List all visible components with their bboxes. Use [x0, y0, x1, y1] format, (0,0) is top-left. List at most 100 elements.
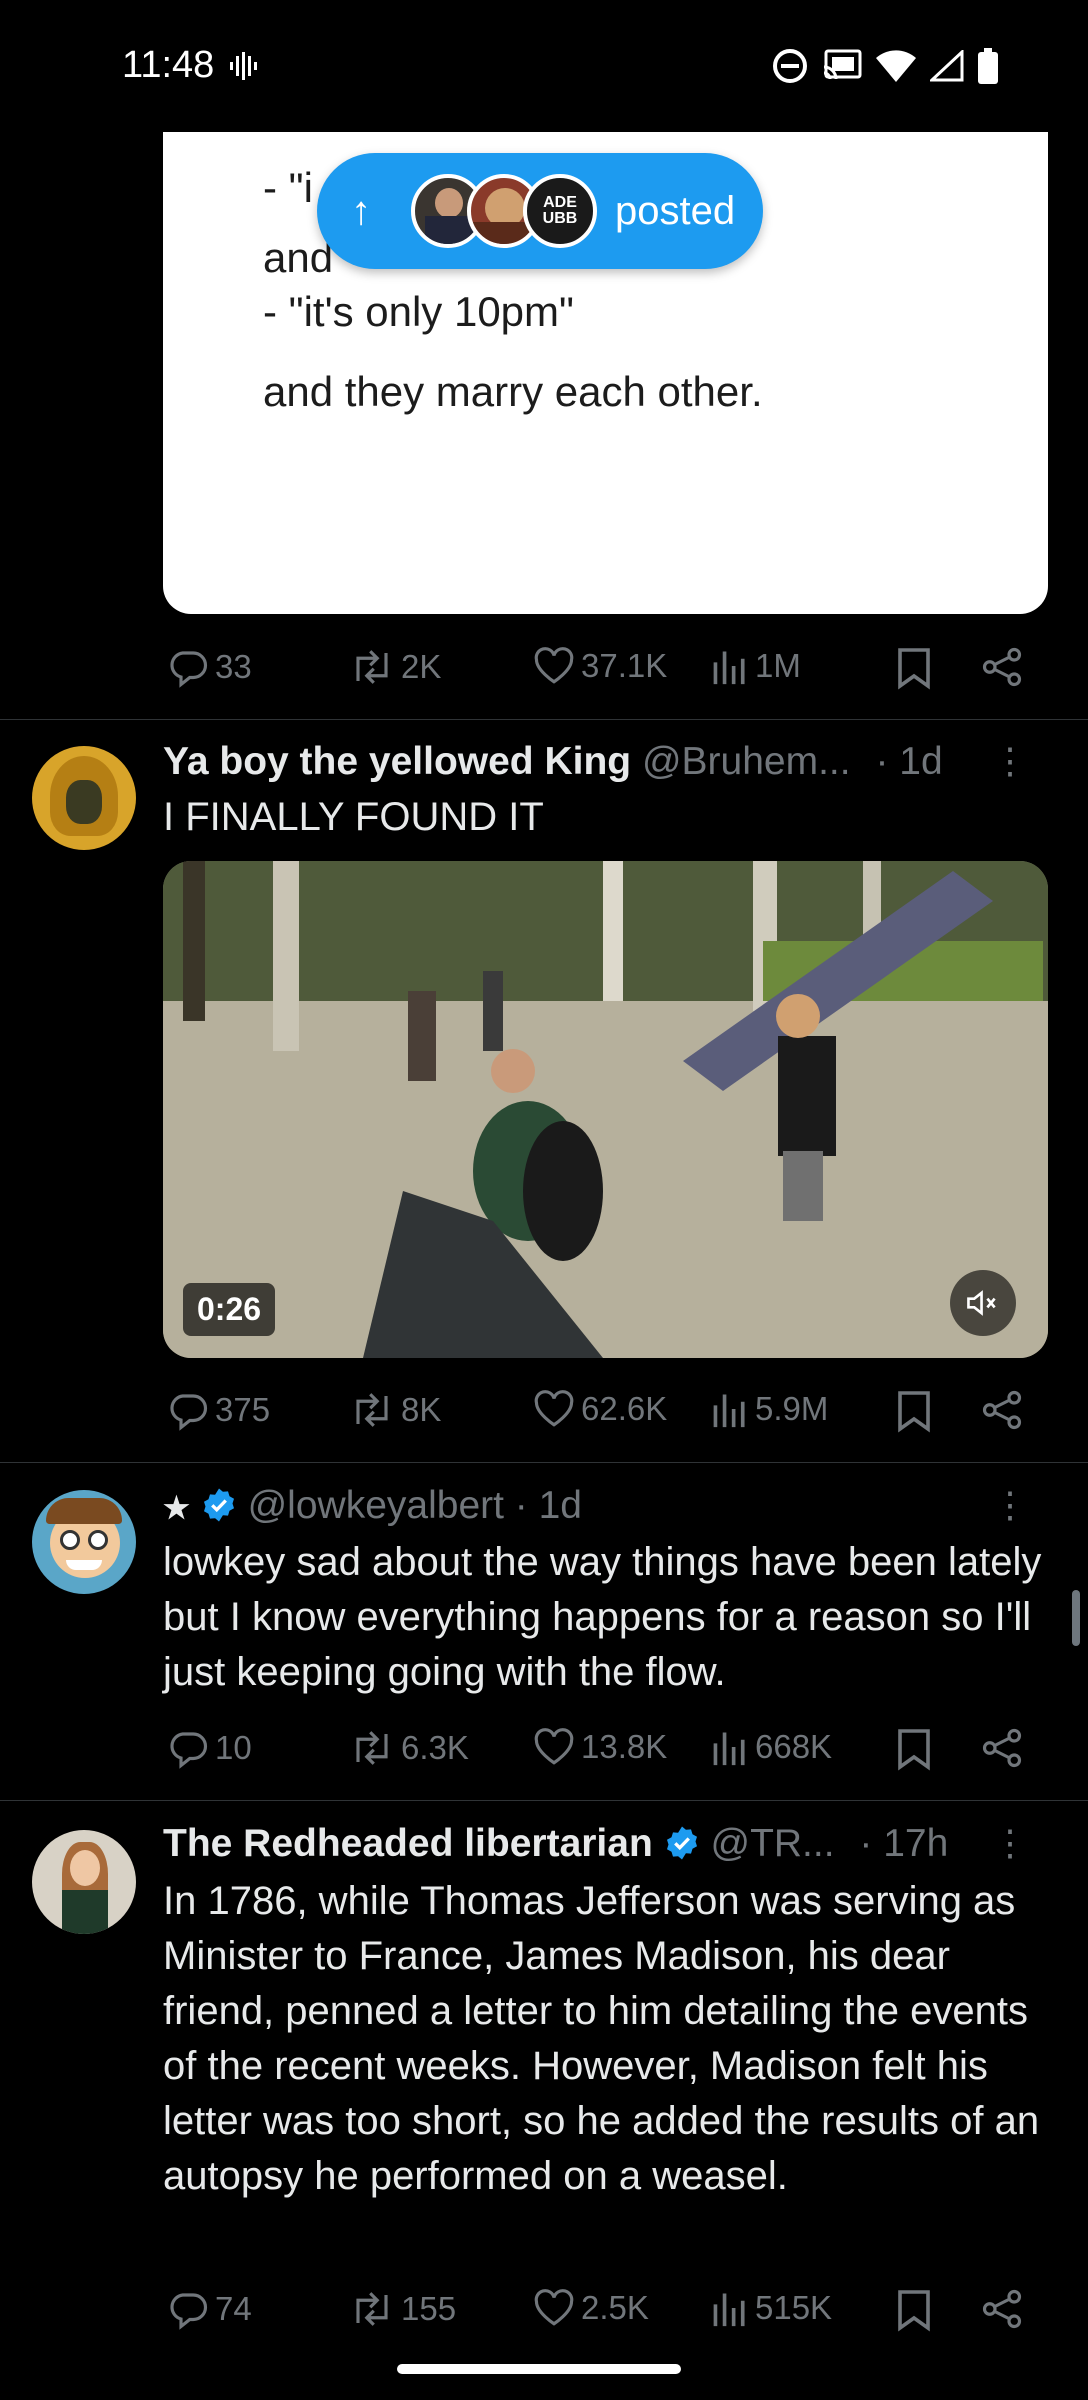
reply-count: 375	[215, 1391, 271, 1428]
share-icon[interactable]	[981, 1727, 1023, 1769]
repost-count: 155	[401, 2290, 457, 2327]
cast-icon	[823, 49, 862, 80]
reply-button[interactable]: 74	[167, 2288, 252, 2330]
tweet-actions: 10 6.3K 13.8K 668K	[163, 1719, 1043, 1779]
repost-button[interactable]: 2K	[349, 646, 441, 688]
handle[interactable]: @Bruhem...	[642, 740, 851, 783]
heart-icon	[534, 2289, 574, 2326]
battery-icon	[978, 48, 998, 84]
reply-count: 74	[215, 2290, 252, 2327]
tweet-actions: 74 155 2.5K 515K	[163, 2280, 1043, 2340]
view-count: 515K	[755, 2289, 833, 2326]
repost-icon	[356, 2292, 388, 2326]
views-button[interactable]: 668K	[711, 1727, 832, 1767]
repost-button[interactable]: 6.3K	[349, 1727, 469, 1769]
handle[interactable]: @TR...	[710, 1822, 834, 1865]
like-count: 62.6K	[581, 1390, 668, 1427]
tweet-text: I FINALLY FOUND IT	[163, 795, 544, 839]
card-text-line: - "it's only 10pm"	[263, 288, 574, 335]
share-icon[interactable]	[981, 2288, 1023, 2330]
repost-button[interactable]: 155	[349, 2288, 456, 2330]
divider	[0, 1462, 1088, 1463]
divider	[0, 1800, 1088, 1801]
bookmark-icon[interactable]	[896, 2288, 932, 2332]
avatar: ADE UBB	[523, 174, 597, 248]
avatar[interactable]	[32, 746, 136, 850]
video-duration: 0:26	[183, 1283, 276, 1336]
signal-icon	[930, 50, 964, 82]
reply-icon	[170, 1732, 208, 1769]
repost-count: 8K	[401, 1391, 442, 1428]
repost-icon	[356, 650, 388, 684]
reply-button[interactable]: 10	[167, 1727, 252, 1769]
tweet-header: ★ @lowkeyalbert · 1d	[163, 1484, 582, 1528]
bookmark-icon[interactable]	[896, 1389, 932, 1433]
views-button[interactable]: 5.9M	[711, 1389, 828, 1429]
repost-count: 2K	[401, 648, 442, 685]
card-text-line: - "i	[263, 164, 313, 211]
share-icon[interactable]	[981, 646, 1023, 688]
views-icon	[713, 651, 745, 685]
reply-count: 10	[215, 1729, 252, 1766]
display-name[interactable]: The Redheaded libertarian	[163, 1822, 653, 1865]
timestamp: · 17h	[859, 1822, 949, 1865]
heart-icon	[534, 1390, 574, 1427]
view-count: 5.9M	[755, 1390, 829, 1427]
video-frame	[163, 861, 1048, 1358]
like-button[interactable]: 62.6K	[533, 1389, 667, 1429]
handle[interactable]: @lowkeyalbert · 1d	[248, 1484, 582, 1527]
avatar[interactable]	[32, 1490, 136, 1594]
wifi-icon	[876, 50, 916, 82]
share-icon[interactable]	[981, 1389, 1023, 1431]
card-text-line: and	[263, 234, 334, 281]
views-icon	[713, 1394, 745, 1428]
repost-icon	[356, 1393, 388, 1427]
heart-icon	[534, 647, 574, 684]
repost-icon	[356, 1731, 388, 1765]
views-button[interactable]: 1M	[711, 646, 801, 686]
tweet-text: In 1786, while Thomas Jefferson was serv…	[163, 1879, 1040, 2198]
tweet-text: lowkey sad about the way things have bee…	[163, 1540, 1042, 1694]
repost-count: 6.3K	[401, 1729, 469, 1766]
verified-badge-icon	[203, 1488, 234, 1522]
do-not-disturb-icon	[773, 49, 807, 83]
like-button[interactable]: 13.8K	[533, 1727, 667, 1767]
repost-button[interactable]: 8K	[349, 1389, 441, 1431]
display-name[interactable]: ★	[163, 1492, 190, 1525]
reply-button[interactable]: 375	[167, 1389, 270, 1431]
like-count: 2.5K	[581, 2289, 649, 2326]
views-icon	[713, 2293, 745, 2327]
arrow-up-icon: ↑	[351, 188, 371, 233]
posted-label: posted	[615, 188, 736, 233]
views-button[interactable]: 515K	[711, 2288, 832, 2328]
heart-icon	[534, 1728, 574, 1765]
status-bar: 11:48	[0, 0, 1088, 130]
bookmark-icon[interactable]	[896, 646, 932, 690]
like-button[interactable]: 2.5K	[533, 2288, 649, 2328]
more-options-icon[interactable]: ⋮	[992, 1822, 1028, 1864]
view-count: 1M	[755, 647, 801, 684]
speaker-muted-icon	[967, 1290, 996, 1316]
new-posts-pill[interactable]: ↑ ADE UBB posted	[317, 153, 763, 269]
gesture-home-bar[interactable]	[397, 2364, 681, 2374]
more-options-icon[interactable]: ⋮	[992, 1484, 1028, 1526]
reply-button[interactable]: 33	[167, 646, 252, 688]
reply-count: 33	[215, 648, 252, 685]
view-count: 668K	[755, 1728, 833, 1765]
scrollbar-thumb[interactable]	[1072, 1590, 1080, 1646]
reply-icon	[170, 2293, 208, 2330]
bookmark-icon[interactable]	[896, 1727, 932, 1771]
verified-badge-icon	[666, 1826, 697, 1860]
reply-icon	[170, 1394, 208, 1431]
views-icon	[713, 1732, 745, 1766]
more-options-icon[interactable]: ⋮	[992, 740, 1028, 782]
avatar[interactable]	[32, 1830, 136, 1934]
like-button[interactable]: 37.1K	[533, 646, 667, 686]
like-count: 13.8K	[581, 1728, 668, 1765]
video-player[interactable]: 0:26	[163, 861, 1048, 1358]
tweet-header: Ya boy the yellowed King @Bruhem... · 1d	[163, 740, 943, 784]
tweet-actions: 375 8K 62.6K 5.9M	[163, 1381, 1043, 1441]
display-name[interactable]: Ya boy the yellowed King	[163, 740, 631, 783]
timestamp: · 1d	[875, 740, 943, 783]
mute-button[interactable]	[950, 1270, 1016, 1336]
